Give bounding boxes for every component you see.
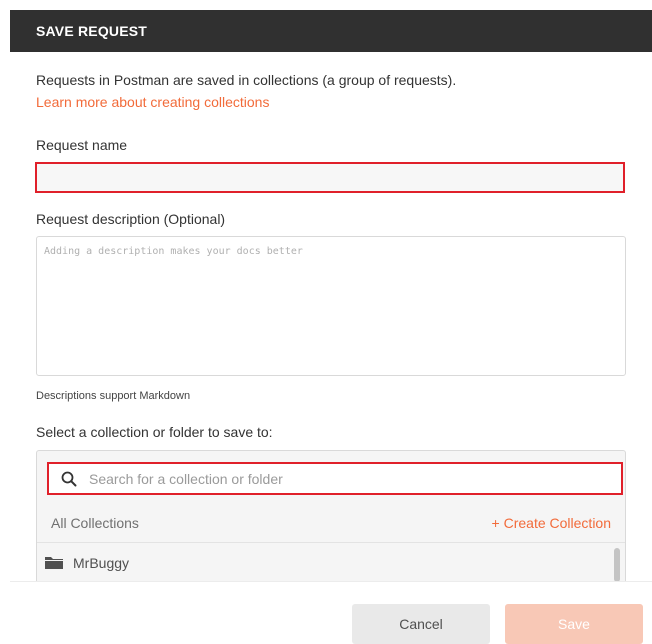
request-description-textarea[interactable]	[36, 236, 626, 376]
markdown-support-note: Descriptions support Markdown	[36, 390, 191, 402]
cancel-button[interactable]: Cancel	[352, 604, 490, 644]
footer-divider	[10, 581, 652, 582]
intro-text: Requests in Postman are saved in collect…	[36, 69, 456, 113]
collection-list-scrollbar[interactable]	[613, 546, 621, 581]
save-request-dialog: SAVE REQUEST Requests in Postman are sav…	[0, 0, 652, 644]
request-description-label: Request description (Optional)	[36, 211, 226, 227]
collection-item[interactable]: MrBuggy	[37, 544, 611, 581]
request-name-label: Request name	[36, 137, 128, 153]
folder-icon	[45, 557, 63, 569]
dialog-title: SAVE REQUEST	[36, 23, 148, 39]
collections-breadcrumb-bar: All Collections + Create Collection	[37, 503, 625, 543]
request-name-input[interactable]	[35, 162, 625, 193]
search-icon	[61, 471, 77, 486]
collection-item-label: MrBuggy	[73, 555, 130, 571]
scrollbar-thumb[interactable]	[614, 548, 620, 581]
collection-picker-label: Select a collection or folder to save to…	[36, 424, 273, 440]
collection-search-input[interactable]	[89, 470, 569, 487]
learn-more-link[interactable]: Learn more about creating collections	[36, 94, 269, 110]
collection-search-box[interactable]	[47, 462, 623, 495]
intro-description: Requests in Postman are saved in collect…	[36, 72, 457, 88]
create-collection-link[interactable]: + Create Collection	[492, 515, 611, 531]
dialog-header: SAVE REQUEST	[10, 10, 652, 52]
save-button[interactable]: Save	[505, 604, 643, 644]
collection-picker: All Collections + Create Collection MrBu…	[36, 450, 626, 581]
all-collections-breadcrumb[interactable]: All Collections	[51, 515, 139, 531]
